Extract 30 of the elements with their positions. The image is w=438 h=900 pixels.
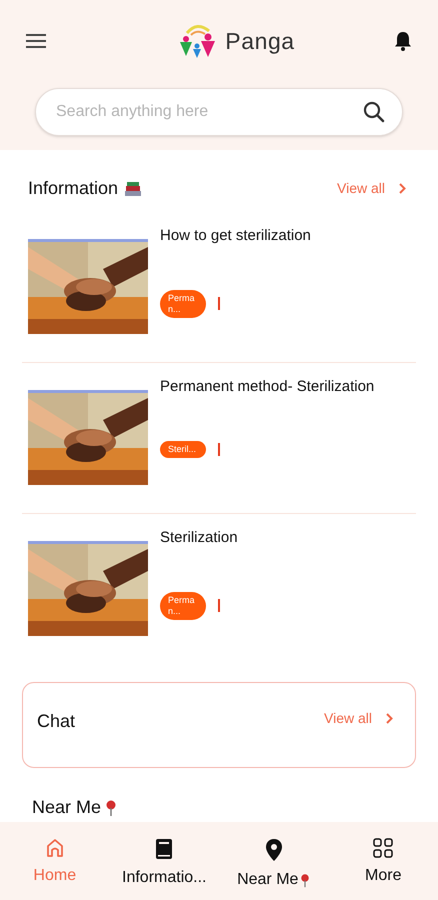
separator-mark (218, 442, 220, 456)
article-title[interactable]: Permanent method- Sterilization (160, 376, 374, 398)
bell-icon[interactable] (394, 31, 412, 51)
nav-tab[interactable]: Informatio... (110, 822, 219, 900)
chevron-right-icon (399, 183, 406, 194)
nav-tab[interactable]: More (328, 822, 438, 900)
grid-icon (373, 838, 394, 858)
article-title[interactable]: Sterilization (160, 527, 238, 550)
nav-tab[interactable]: Near Me (219, 822, 328, 900)
section-title: Information (28, 177, 118, 200)
section-title: Near Me (32, 796, 102, 819)
section-title: Chat (37, 710, 76, 733)
location-pin-icon (264, 838, 283, 862)
article-title[interactable]: How to get sterilization (160, 225, 311, 248)
pin-icon (300, 872, 310, 888)
search-icon[interactable] (363, 101, 385, 123)
separator-mark (218, 297, 220, 310)
tag: Steril... (160, 440, 206, 458)
app-title: Panga (225, 26, 295, 56)
separator-mark (218, 599, 220, 612)
search-field[interactable]: Search anything here (35, 88, 403, 136)
chevron-right-icon (386, 713, 393, 724)
pin-icon (105, 800, 118, 816)
home-icon (44, 838, 65, 858)
books-icon (124, 180, 142, 196)
tag: Perman... (160, 592, 206, 620)
book-icon (155, 838, 174, 860)
tag: Perman... (160, 290, 206, 318)
logo-icon (179, 23, 218, 59)
menu-icon[interactable] (26, 34, 46, 48)
